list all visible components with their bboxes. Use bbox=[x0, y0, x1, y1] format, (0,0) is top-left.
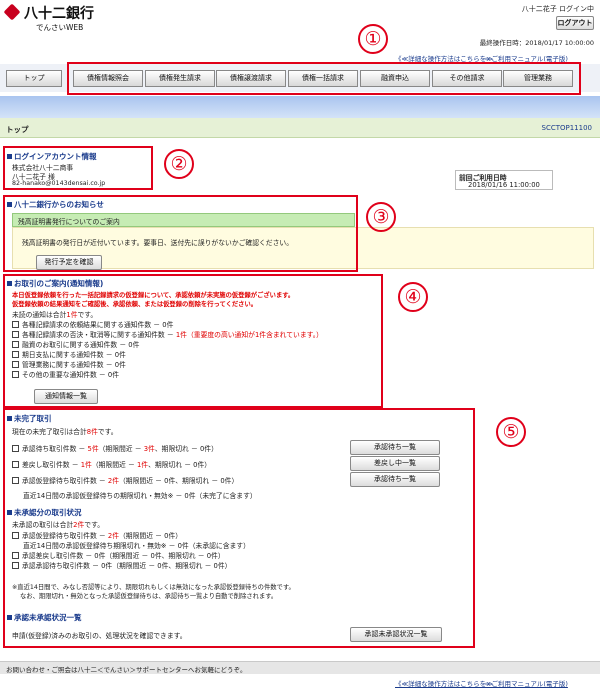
footer-help-link[interactable]: 《≪詳細な操作方法はこちらを≫ bbox=[395, 678, 493, 688]
footer-contact: お問い合わせ・ご照会は八十二＜でんさい＞サポートセンターへお気軽にどうぞ。 bbox=[6, 666, 247, 674]
annotation-box-notice bbox=[3, 195, 358, 272]
marker-4: ④ bbox=[398, 282, 428, 312]
previous-login-value: 2018/01/16 11:00:00 bbox=[468, 181, 540, 189]
nav-top[interactable]: トップ bbox=[6, 70, 62, 87]
annotation-box-guide bbox=[3, 274, 383, 408]
brand-sub: でんさいWEB bbox=[36, 23, 84, 32]
blue-band bbox=[0, 96, 600, 118]
page-code: SCCTOP11100 bbox=[541, 124, 593, 132]
footer-manual-link[interactable]: ⇒ ご利用マニュアル(電子版) bbox=[484, 678, 568, 688]
annotation-box-nav bbox=[67, 62, 581, 95]
marker-1: ① bbox=[358, 24, 388, 54]
login-user: 八十二花子 ログイン中 bbox=[521, 5, 594, 13]
marker-5: ⑤ bbox=[496, 417, 526, 447]
marker-3: ③ bbox=[366, 202, 396, 232]
title-bar bbox=[0, 118, 600, 138]
page-title: トップ bbox=[6, 125, 29, 134]
brand-name: 八十二銀行 bbox=[24, 6, 94, 22]
annotation-box-pending bbox=[3, 408, 475, 648]
logo bbox=[3, 3, 21, 21]
logout-button[interactable]: ログアウト bbox=[556, 16, 594, 30]
marker-2: ② bbox=[164, 149, 194, 179]
last-operation: 最終操作日時：2018/01/17 10:00:00 bbox=[479, 39, 594, 47]
annotation-box-account bbox=[3, 146, 153, 190]
